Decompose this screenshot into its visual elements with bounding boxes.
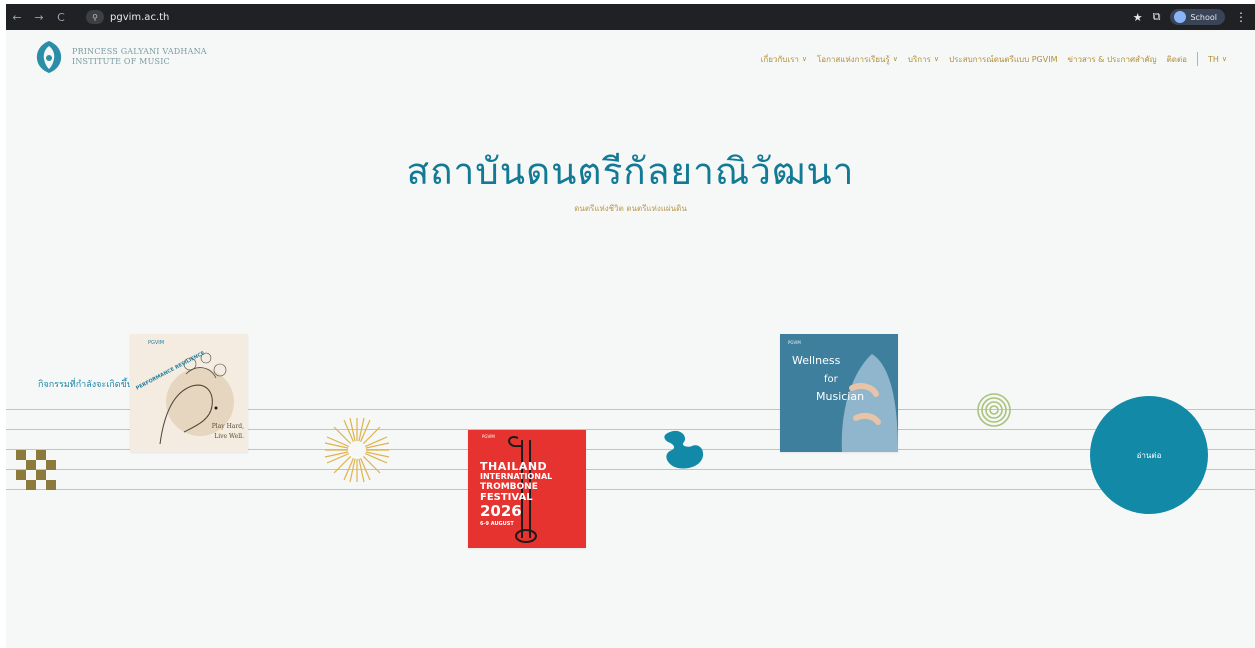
toolbar-right: ★ ⧉ School ⋮ bbox=[1133, 9, 1247, 25]
nav-divider bbox=[1196, 52, 1198, 66]
nav-item-services[interactable]: บริการ ∨ bbox=[908, 53, 939, 66]
profile-button[interactable]: School bbox=[1170, 9, 1225, 25]
address-url: pgvim.ac.th bbox=[110, 11, 170, 23]
chevron-down-icon: ∨ bbox=[1221, 55, 1227, 63]
forward-icon[interactable]: → bbox=[28, 11, 50, 24]
card-brand: PGVIM bbox=[482, 434, 495, 439]
browser-toolbar: ← → C ⚲ pgvim.ac.th ★ ⧉ School ⋮ bbox=[6, 4, 1255, 30]
nav-item-label: ประสบการณ์ดนตรีแบบ PGVIM bbox=[949, 54, 1058, 64]
back-icon[interactable]: ← bbox=[6, 11, 28, 24]
staff-line bbox=[6, 469, 1255, 470]
avatar bbox=[1174, 11, 1187, 23]
nav-item-label: เกี่ยวกับเรา bbox=[760, 54, 799, 64]
card-caption: Live Well. bbox=[214, 433, 244, 440]
menu-icon[interactable]: ⋮ bbox=[1235, 10, 1247, 24]
nav-item-label: บริการ bbox=[907, 54, 931, 64]
nav-item-contact[interactable]: ติดต่อ bbox=[1167, 53, 1187, 66]
sunburst-icon bbox=[324, 417, 390, 483]
language-label: TH bbox=[1207, 54, 1219, 64]
event-card-trombone-festival[interactable]: PGVIM THAILAND INTERNATIONAL TROMBONE FE… bbox=[468, 430, 586, 548]
nav-item-news[interactable]: ข่าวสาร & ประกาศสำคัญ bbox=[1068, 53, 1157, 66]
nav-item-learning[interactable]: โอกาสแห่งการเรียนรู้ ∨ bbox=[817, 53, 898, 66]
site-logo[interactable]: PRINCESS GALYANI VADHANA INSTITUTE OF MU… bbox=[34, 40, 207, 74]
event-card-performance-resilience[interactable]: PGVIM PERFORMANCE RESILIENCE Play Hard, … bbox=[130, 334, 248, 452]
nav-item-label: ติดต่อ bbox=[1166, 54, 1187, 64]
logo-line-2: INSTITUTE OF MUSIC bbox=[72, 57, 170, 66]
chevron-down-icon: ∨ bbox=[801, 55, 807, 63]
nav-item-experience[interactable]: ประสบการณ์ดนตรีแบบ PGVIM bbox=[949, 53, 1057, 66]
reload-icon[interactable]: C bbox=[50, 11, 72, 24]
blob-shape-icon bbox=[664, 430, 704, 469]
upcoming-events-link[interactable]: กิจกรรมที่กำลังจะเกิดขึ้น bbox=[38, 377, 133, 391]
staff-line bbox=[6, 489, 1255, 490]
logo-emblem-icon bbox=[36, 41, 62, 73]
nav-item-label: ข่าวสาร & ประกาศสำคัญ bbox=[1067, 54, 1157, 64]
site-info-icon[interactable]: ⚲ bbox=[86, 10, 104, 24]
address-bar[interactable]: ⚲ pgvim.ac.th bbox=[78, 7, 177, 27]
chevron-down-icon: ∨ bbox=[892, 55, 898, 63]
card-text: Wellness bbox=[792, 354, 841, 367]
page: PRINCESS GALYANI VADHANA INSTITUTE OF MU… bbox=[6, 30, 1255, 648]
card-year: 2026 bbox=[480, 502, 522, 520]
concentric-circles-icon bbox=[977, 393, 1011, 427]
page-title: สถาบันดนตรีกัลยาณิวัฒนา bbox=[406, 150, 855, 193]
checker-pattern-icon bbox=[16, 450, 56, 490]
card-caption: Play Hard, bbox=[211, 423, 244, 430]
read-more-button[interactable]: อ่านต่อ bbox=[1090, 396, 1208, 514]
card-text: TROMBONE bbox=[480, 482, 538, 492]
profile-label: School bbox=[1190, 12, 1217, 22]
logo-line-1: PRINCESS GALYANI VADHANA bbox=[72, 47, 207, 56]
card-text: Musician bbox=[816, 390, 865, 403]
nav-item-label: โอกาสแห่งการเรียนรู้ bbox=[816, 54, 890, 64]
logo-wordmark: PRINCESS GALYANI VADHANA INSTITUTE OF MU… bbox=[72, 47, 207, 67]
card-text: for bbox=[824, 374, 838, 385]
chevron-down-icon: ∨ bbox=[933, 55, 940, 63]
star-icon[interactable]: ★ bbox=[1133, 11, 1143, 24]
extension-icon[interactable]: ⧉ bbox=[1153, 10, 1161, 24]
main-nav: เกี่ยวกับเรา ∨ โอกาสแห่งการเรียนรู้ ∨ บร… bbox=[761, 52, 1227, 66]
card-date: 6-9 AUGUST bbox=[480, 521, 514, 527]
language-switcher[interactable]: TH ∨ bbox=[1208, 55, 1227, 64]
card-text: INTERNATIONAL bbox=[480, 472, 553, 481]
nav-item-about[interactable]: เกี่ยวกับเรา ∨ bbox=[761, 53, 807, 66]
page-subtitle: ดนตรีแห่งชีวิต ดนตรีแห่งแผ่นดิน bbox=[574, 204, 687, 213]
card-brand: PGVIM bbox=[148, 340, 165, 346]
card-brand: PGVIM bbox=[788, 340, 801, 345]
event-card-wellness-musician[interactable]: PGVIM Wellness for Musician bbox=[780, 334, 898, 452]
